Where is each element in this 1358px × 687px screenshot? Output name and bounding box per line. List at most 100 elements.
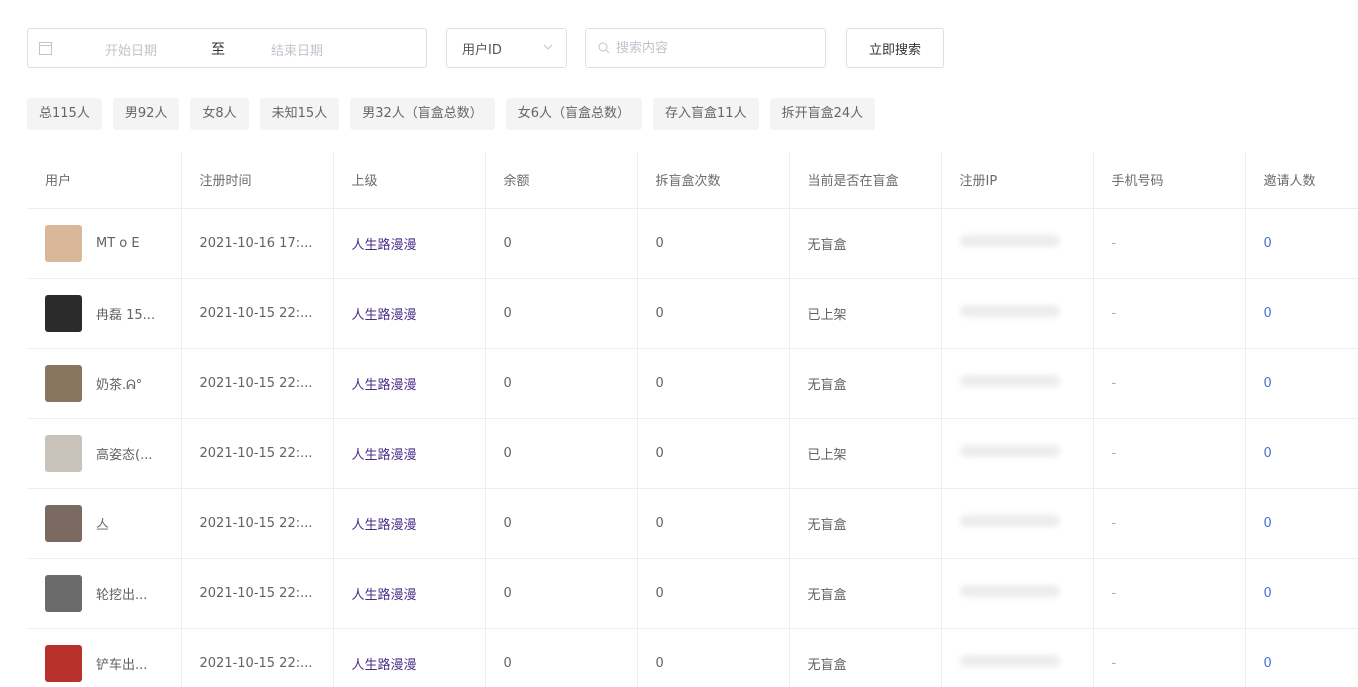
balance: 0 [485, 208, 638, 279]
box-status: 无盲盒 [789, 348, 942, 419]
user-name: 冉磊 15... [96, 307, 156, 323]
search-input[interactable] [616, 37, 816, 59]
user-name: 亼 [96, 517, 110, 533]
parent-link[interactable]: 人生路漫漫 [333, 278, 486, 349]
stats-bar: 总115人 男92人 女8人 未知15人 男32人（盲盒总数） 女6人（盲盒总数… [27, 98, 876, 130]
phone: - [1093, 488, 1246, 559]
invite-count: 0 [1245, 418, 1358, 489]
user-cell: MT o E [27, 208, 182, 279]
search-button[interactable]: 立即搜索 [846, 28, 944, 68]
blurred-ip [959, 515, 1060, 527]
blurred-ip [959, 585, 1060, 597]
stat-male: 男92人 [112, 98, 180, 130]
avatar [45, 644, 82, 682]
phone: - [1093, 418, 1246, 489]
parent-link[interactable]: 人生路漫漫 [333, 558, 486, 629]
box-status: 无盲盒 [789, 558, 942, 629]
phone: - [1093, 278, 1246, 349]
register-time: 2021-10-15 22:... [181, 558, 334, 629]
date-separator: 至 [211, 42, 225, 58]
chevron-down-icon [543, 44, 553, 50]
avatar [45, 364, 82, 402]
user-cell: 轮挖出... [27, 558, 182, 629]
column-header: 注册IP [941, 152, 1094, 209]
register-ip [941, 558, 1094, 629]
register-ip [941, 348, 1094, 419]
box-status: 已上架 [789, 278, 942, 349]
register-ip [941, 488, 1094, 559]
user-name: MT o E [96, 235, 140, 251]
end-date-input[interactable]: 结束日期 [271, 40, 323, 59]
register-time: 2021-10-15 22:... [181, 488, 334, 559]
register-time: 2021-10-15 22:... [181, 418, 334, 489]
invite-count: 0 [1245, 488, 1358, 559]
invite-count: 0 [1245, 208, 1358, 279]
user-cell: 高姿态(... [27, 418, 182, 489]
start-date-input[interactable]: 开始日期 [105, 40, 157, 59]
field-select[interactable]: 用户ID [446, 28, 567, 68]
table-row[interactable]: 亼 2021-10-15 22:... 人生路漫漫 0 0 无盲盒 -0 [27, 488, 1358, 559]
register-ip [941, 628, 1094, 687]
column-header: 余额 [485, 152, 638, 209]
box-status: 无盲盒 [789, 208, 942, 279]
balance: 0 [485, 418, 638, 489]
balance: 0 [485, 558, 638, 629]
stat-stored-boxes: 存入盲盒11人 [653, 98, 759, 130]
search-icon [598, 42, 610, 54]
invite-count: 0 [1245, 628, 1358, 687]
register-ip [941, 418, 1094, 489]
table-row[interactable]: 轮挖出... 2021-10-15 22:... 人生路漫漫 0 0 无盲盒 -0 [27, 558, 1358, 629]
phone: - [1093, 208, 1246, 279]
box-status: 无盲盒 [789, 628, 942, 687]
user-cell: 冉磊 15... [27, 278, 182, 349]
column-header: 手机号码 [1093, 152, 1246, 209]
open-count: 0 [637, 488, 790, 559]
register-ip [941, 278, 1094, 349]
avatar [45, 434, 82, 472]
table-row[interactable]: 高姿态(... 2021-10-15 22:... 人生路漫漫 0 0 已上架 -0 [27, 418, 1358, 489]
avatar [45, 504, 82, 542]
column-header: 注册时间 [181, 152, 334, 209]
register-time: 2021-10-15 22:... [181, 278, 334, 349]
avatar [45, 294, 82, 332]
box-status: 无盲盒 [789, 488, 942, 559]
date-range-picker[interactable]: 开始日期 至 结束日期 [27, 28, 427, 68]
open-count: 0 [637, 348, 790, 419]
stat-total: 总115人 [27, 98, 102, 130]
column-header: 用户 [27, 152, 182, 209]
stat-female: 女8人 [190, 98, 249, 130]
parent-link[interactable]: 人生路漫漫 [333, 488, 486, 559]
balance: 0 [485, 628, 638, 687]
blurred-ip [959, 235, 1060, 247]
stat-female-boxes: 女6人（盲盒总数） [505, 98, 643, 130]
table-row[interactable]: 铲车出... 2021-10-15 22:... 人生路漫漫 0 0 无盲盒 -0 [27, 628, 1358, 687]
register-time: 2021-10-15 22:... [181, 348, 334, 419]
parent-link[interactable]: 人生路漫漫 [333, 418, 486, 489]
stat-male-boxes: 男32人（盲盒总数） [350, 98, 495, 130]
blurred-ip [959, 655, 1060, 667]
register-ip [941, 208, 1094, 279]
table-row[interactable]: 奶茶.ᕱ° 2021-10-15 22:... 人生路漫漫 0 0 无盲盒 -0 [27, 348, 1358, 419]
column-header: 邀请人数 [1245, 152, 1358, 209]
parent-link[interactable]: 人生路漫漫 [333, 348, 486, 419]
users-table: 用户 注册时间 上级 余额 拆盲盒次数 当前是否在盲盒 注册IP 手机号码 邀请… [27, 152, 1358, 687]
open-count: 0 [637, 418, 790, 489]
phone: - [1093, 628, 1246, 687]
phone: - [1093, 348, 1246, 419]
balance: 0 [485, 348, 638, 419]
table-row[interactable]: 冉磊 15... 2021-10-15 22:... 人生路漫漫 0 0 已上架 -0 [27, 278, 1358, 349]
invite-count: 0 [1245, 348, 1358, 419]
column-header: 拆盲盒次数 [637, 152, 790, 209]
open-count: 0 [637, 628, 790, 687]
table-row[interactable]: MT o E 2021-10-16 17:... 人生路漫漫 0 0 无盲盒 -0 [27, 208, 1358, 279]
parent-link[interactable]: 人生路漫漫 [333, 208, 486, 279]
blurred-ip [959, 305, 1060, 317]
blurred-ip [959, 445, 1060, 457]
search-box[interactable] [585, 28, 826, 68]
balance: 0 [485, 278, 638, 349]
balance: 0 [485, 488, 638, 559]
user-name: 轮挖出... [96, 587, 148, 603]
open-count: 0 [637, 208, 790, 279]
parent-link[interactable]: 人生路漫漫 [333, 628, 486, 687]
user-cell: 奶茶.ᕱ° [27, 348, 182, 419]
